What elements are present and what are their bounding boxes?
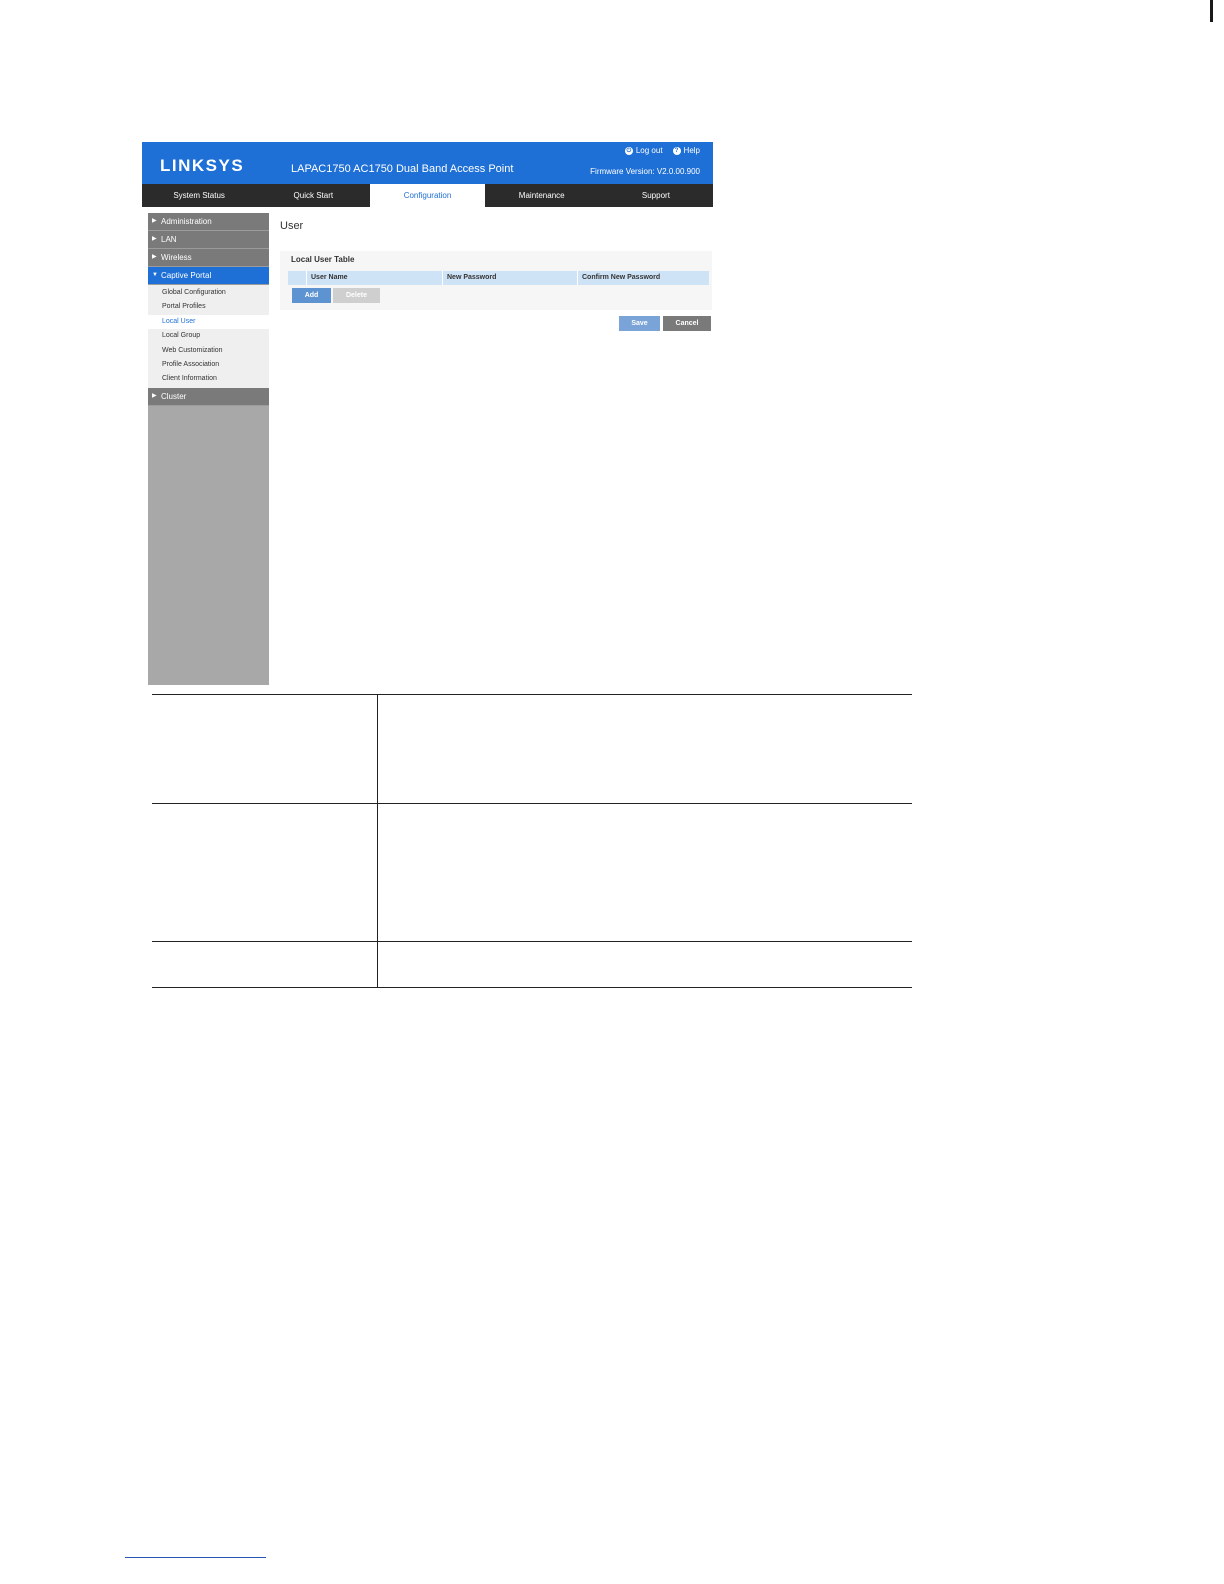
chevron-down-icon: ▼ <box>152 272 158 278</box>
power-icon: ⏻ <box>624 146 633 155</box>
chevron-right-icon: ▶ <box>152 392 157 399</box>
sidebar-subitem-local-group[interactable]: Local Group <box>148 329 269 343</box>
header-bar: LINKSYS LAPAC1750 AC1750 Dual Band Acces… <box>142 142 713 184</box>
sidebar-subitem-local-user[interactable]: Local User <box>148 314 269 330</box>
column-header-new-password: New Password <box>443 271 578 285</box>
sidebar-subitem-client-information[interactable]: Client Information <box>148 372 269 386</box>
panel-title: Local User Table <box>291 255 355 264</box>
table-header: User Name New Password Confirm New Passw… <box>288 271 709 285</box>
sidebar-item-wireless[interactable]: ▶ Wireless <box>148 249 269 267</box>
chevron-right-icon: ▶ <box>152 236 157 242</box>
page-title: User <box>280 220 304 232</box>
logout-label: Log out <box>635 146 663 155</box>
captive-portal-submenu: Global Configuration Portal Profiles Loc… <box>148 285 269 388</box>
select-column-header[interactable] <box>288 271 307 285</box>
help-label: Help <box>683 146 700 155</box>
description-row <box>152 941 912 988</box>
main-content: User Local User Table User Name New Pass… <box>280 220 713 331</box>
column-header-user-name: User Name <box>307 271 443 285</box>
main-nav: System Status Quick Start Configuration … <box>142 184 713 207</box>
sidebar-item-lan[interactable]: ▶ LAN <box>148 231 269 249</box>
tab-maintenance[interactable]: Maintenance <box>485 184 599 207</box>
logout-link[interactable]: ⏻ Log out <box>624 146 663 155</box>
linksys-logo: LINKSYS <box>160 156 245 175</box>
footnote-rule <box>125 1557 266 1558</box>
sidebar-item-label: Wireless <box>161 253 192 262</box>
sidebar-item-label: Captive Portal <box>161 271 212 280</box>
sidebar-subitem-portal-profiles[interactable]: Portal Profiles <box>148 300 269 314</box>
sidebar-item-label: Administration <box>161 217 212 226</box>
device-title: LAPAC1750 AC1750 Dual Band Access Point <box>291 163 514 175</box>
sidebar-subitem-web-customization[interactable]: Web Customization <box>148 344 269 358</box>
sidebar-item-administration[interactable]: ▶ Administration <box>148 213 269 231</box>
tab-support[interactable]: Support <box>599 184 713 207</box>
add-button[interactable]: Add <box>292 288 331 303</box>
sidebar-subitem-profile-association[interactable]: Profile Association <box>148 358 269 372</box>
chevron-right-icon: ▶ <box>152 254 157 260</box>
sidebar-item-captive-portal[interactable]: ▼ Captive Portal <box>148 267 269 285</box>
tab-configuration[interactable]: Configuration <box>370 184 485 207</box>
router-admin-screenshot: LINKSYS LAPAC1750 AC1750 Dual Band Acces… <box>142 142 713 685</box>
column-divider <box>377 942 378 987</box>
description-row <box>152 694 912 803</box>
description-row <box>152 803 912 941</box>
description-table <box>152 694 912 988</box>
sidebar-subitem-global-configuration[interactable]: Global Configuration <box>148 286 269 300</box>
local-user-table-panel: Local User Table User Name New Password … <box>280 251 712 310</box>
question-icon: ? <box>672 146 681 155</box>
firmware-version: Firmware Version: V2.0.00.900 <box>590 167 700 176</box>
top-links: ⏻ Log out ? Help <box>624 146 700 155</box>
tab-system-status[interactable]: System Status <box>142 184 256 207</box>
save-button[interactable]: Save <box>619 316 660 331</box>
sidebar: ▶ Administration ▶ LAN ▶ Wireless ▼ Capt… <box>148 213 269 685</box>
cancel-button[interactable]: Cancel <box>663 316 711 331</box>
delete-button[interactable]: Delete <box>333 288 380 303</box>
column-header-confirm-password: Confirm New Password <box>582 274 661 281</box>
sidebar-item-label: Cluster <box>161 391 187 401</box>
tab-quick-start[interactable]: Quick Start <box>256 184 370 207</box>
sidebar-item-label: LAN <box>161 235 177 244</box>
help-link[interactable]: ? Help <box>672 146 700 155</box>
sidebar-item-cluster[interactable]: ▶ Cluster <box>148 387 269 406</box>
page-edge-mark <box>1210 0 1213 22</box>
chevron-right-icon: ▶ <box>152 218 157 224</box>
column-divider <box>377 804 378 941</box>
column-divider <box>377 695 378 803</box>
